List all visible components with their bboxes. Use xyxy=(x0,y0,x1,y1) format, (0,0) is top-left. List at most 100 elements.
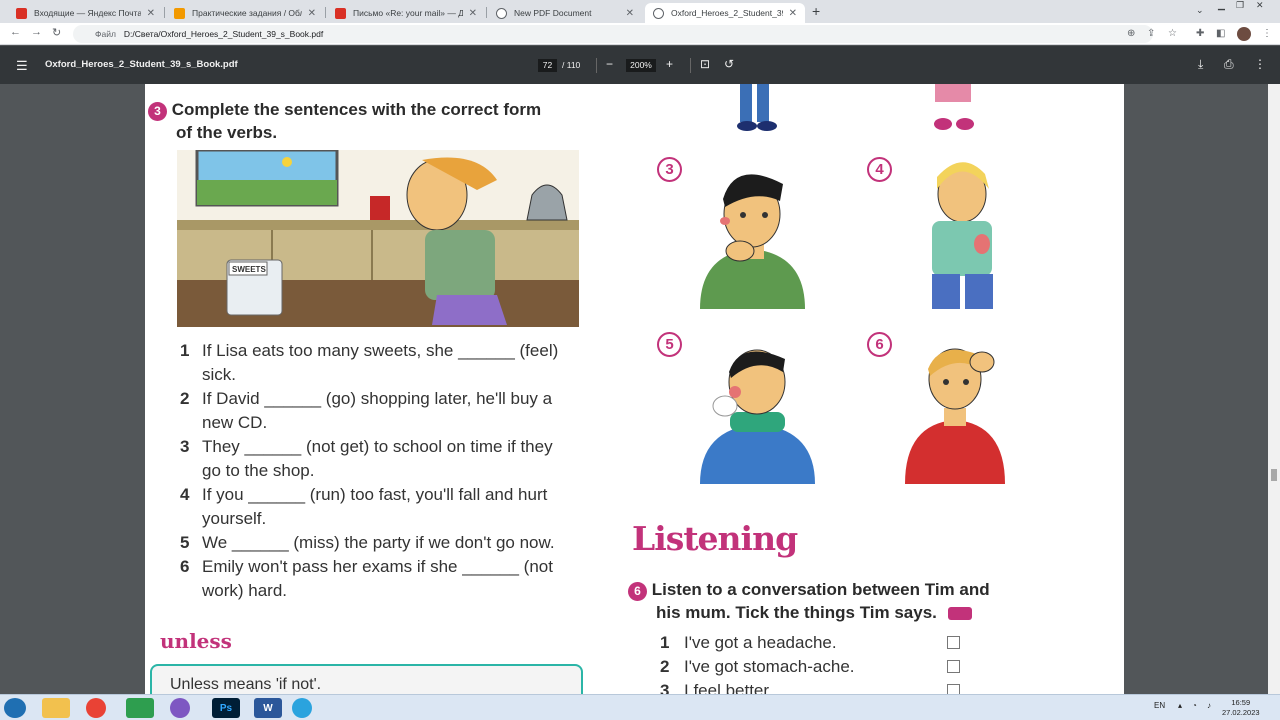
word-icon[interactable]: W xyxy=(254,698,282,718)
audio-icon xyxy=(947,607,972,621)
globe-icon xyxy=(653,7,664,19)
task-number-badge: 6 xyxy=(628,582,647,601)
more-actions-icon[interactable]: ⋮ xyxy=(1254,57,1266,71)
list-item: 4 If you ______ (run) too fast, you'll fa… xyxy=(180,485,548,504)
tick-checkbox[interactable] xyxy=(947,684,960,694)
viber-icon[interactable] xyxy=(170,698,190,718)
tab-yandex-mail[interactable]: Входящие — Яндекс Почта ✕ xyxy=(8,3,163,23)
pdf-viewer[interactable]: 3 Complete the sentences with the correc… xyxy=(0,84,1280,694)
list-item: 2 I've got stomach-ache. xyxy=(660,657,960,677)
start-button[interactable] xyxy=(4,698,26,718)
tab-search-icon[interactable]: ⌄ xyxy=(1196,5,1204,16)
avatar[interactable] xyxy=(1237,27,1251,41)
list-item: 2 If David ______ (go) shopping later, he… xyxy=(180,389,553,408)
yandex-mail-icon xyxy=(16,7,27,19)
list-item: 3 I feel better. xyxy=(660,681,960,694)
print-icon[interactable]: ⎙ xyxy=(1224,57,1234,72)
download-icon[interactable]: ⤓ xyxy=(1198,57,1203,72)
system-clock[interactable]: 16:59 27.02.2023 xyxy=(1222,698,1260,718)
mail-icon xyxy=(335,7,346,19)
extensions-icon[interactable]: ✚ xyxy=(1196,28,1204,39)
sweets-label: SWEETS xyxy=(232,265,266,274)
sneezing-boy-illustration xyxy=(700,349,815,484)
children-legs-illustration xyxy=(737,84,974,131)
chrome-icon[interactable] xyxy=(86,698,106,718)
file-scheme-label: Файл xyxy=(95,29,116,39)
rotate-icon[interactable]: ↺ xyxy=(724,57,734,71)
address-path: D:/Света/Oxford_Heroes_2_Student_39_s_Bo… xyxy=(123,29,324,39)
list-item: 1 I've got a headache. xyxy=(660,633,960,653)
kitchen-illustration: SWEETS xyxy=(177,150,579,327)
zoom-level-input[interactable]: 200% xyxy=(626,59,656,72)
task-number-badge: 3 xyxy=(148,102,167,121)
file-explorer-icon[interactable] xyxy=(42,698,70,718)
zoom-out-icon[interactable]: − xyxy=(606,57,613,71)
forward-icon[interactable]: → xyxy=(31,26,42,38)
close-icon[interactable]: ✕ xyxy=(469,8,477,19)
tab-new-pdf[interactable]: New PDF Document ✕ xyxy=(488,3,642,23)
volume-icon[interactable]: ♪ xyxy=(1207,701,1211,710)
headache-boy-illustration xyxy=(905,348,1005,484)
tab-mail-letter[interactable]: Письмо «Re: your mail» — Дубро ✕ xyxy=(327,3,485,23)
close-icon[interactable]: ✕ xyxy=(789,8,797,19)
page-total: / 110 xyxy=(562,60,581,70)
tab-strip: Входящие — Яндекс Почта ✕ Практические з… xyxy=(0,0,1280,23)
task3-title: 3 Complete the sentences with the correc… xyxy=(148,98,541,144)
list-item: go to the shop. xyxy=(202,461,315,480)
list-item: 1 If Lisa eats too many sweets, she _____… xyxy=(180,341,559,360)
tab-oxford-pdf[interactable]: Oxford_Heroes_2_Student_39_s_B ✕ xyxy=(645,3,805,23)
pdf-page: 3 Complete the sentences with the correc… xyxy=(145,84,1124,694)
task3-sentences: 1 If Lisa eats too many sweets, she _____… xyxy=(180,339,590,603)
pdf-filename: Oxford_Heroes_2_Student_39_s_Book.pdf xyxy=(45,59,238,70)
list-item: 5 We ______ (miss) the party if we don't … xyxy=(180,533,555,552)
tick-checkbox[interactable] xyxy=(947,636,960,649)
unless-heading: unless xyxy=(160,629,232,653)
picture-number-3: 3 xyxy=(657,157,682,182)
vertical-scrollbar[interactable] xyxy=(1268,84,1280,694)
torrent-icon[interactable] xyxy=(126,698,154,718)
globe-icon xyxy=(496,7,507,19)
tray-expand-icon[interactable]: ▴ xyxy=(1178,701,1182,710)
zoom-icon[interactable]: ⊕ xyxy=(1127,28,1135,39)
zoom-in-icon[interactable]: + xyxy=(666,57,673,71)
browser-toolbar: ← → ↻ Файл D:/Света/Oxford_Heroes_2_Stud… xyxy=(0,23,1280,45)
menu-icon[interactable]: ☰ xyxy=(16,58,28,74)
more-menu-icon[interactable]: ⋮ xyxy=(1262,28,1272,39)
list-item: work) hard. xyxy=(202,581,288,600)
list-item: 3 They ______ (not get) to school on time… xyxy=(180,437,553,456)
close-icon[interactable]: ✕ xyxy=(626,8,634,19)
close-icon[interactable]: ✕ xyxy=(147,8,155,19)
page-number-input[interactable]: 72 xyxy=(538,59,557,72)
scrollbar-thumb[interactable] xyxy=(1271,469,1277,481)
tick-checkbox[interactable] xyxy=(947,660,960,673)
minimize-icon[interactable]: ▁ xyxy=(1218,0,1225,11)
side-panel-icon[interactable]: ◧ xyxy=(1216,28,1225,39)
back-icon[interactable]: ← xyxy=(10,26,21,38)
list-item: new CD. xyxy=(202,413,268,432)
picture-number-5: 5 xyxy=(657,332,682,357)
new-tab-button[interactable]: + xyxy=(812,3,820,19)
list-item: 6 Emily won't pass her exams if she _____… xyxy=(180,557,553,576)
close-icon[interactable]: ✕ xyxy=(308,8,316,19)
telegram-icon[interactable] xyxy=(292,698,312,718)
photoshop-icon[interactable]: Ps xyxy=(212,698,240,718)
list-item: yourself. xyxy=(202,509,267,528)
cloud-icon xyxy=(174,7,185,19)
hurt-arm-girl-illustration xyxy=(932,162,993,309)
restore-icon[interactable]: ❐ xyxy=(1236,0,1244,11)
listening-heading: Listening xyxy=(632,519,798,558)
pdf-toolbar: ☰ Oxford_Heroes_2_Student_39_s_Book.pdf … xyxy=(0,46,1280,84)
fit-page-icon[interactable]: ⊡ xyxy=(700,57,710,71)
bookmark-star-icon[interactable]: ☆ xyxy=(1168,28,1177,39)
network-icon[interactable]: ◔ xyxy=(1192,701,1197,710)
address-bar[interactable]: Файл D:/Света/Oxford_Heroes_2_Student_39… xyxy=(73,25,1153,43)
picture-number-4: 4 xyxy=(867,157,892,182)
language-indicator[interactable]: EN xyxy=(1154,701,1165,710)
list-item: sick. xyxy=(202,365,236,384)
reload-icon[interactable]: ↻ xyxy=(52,26,61,39)
close-window-icon[interactable]: ✕ xyxy=(1256,0,1264,11)
listening-task-title: 6 Listen to a conversation between Tim a… xyxy=(628,578,990,624)
tab-cloud-tasks[interactable]: Практические задания / Облако ✕ xyxy=(166,3,324,23)
share-icon[interactable]: ⇪ xyxy=(1147,28,1155,39)
windows-taskbar: Ps W EN ▴ ◔ ♪ 16:59 27.02.2023 xyxy=(0,694,1280,720)
